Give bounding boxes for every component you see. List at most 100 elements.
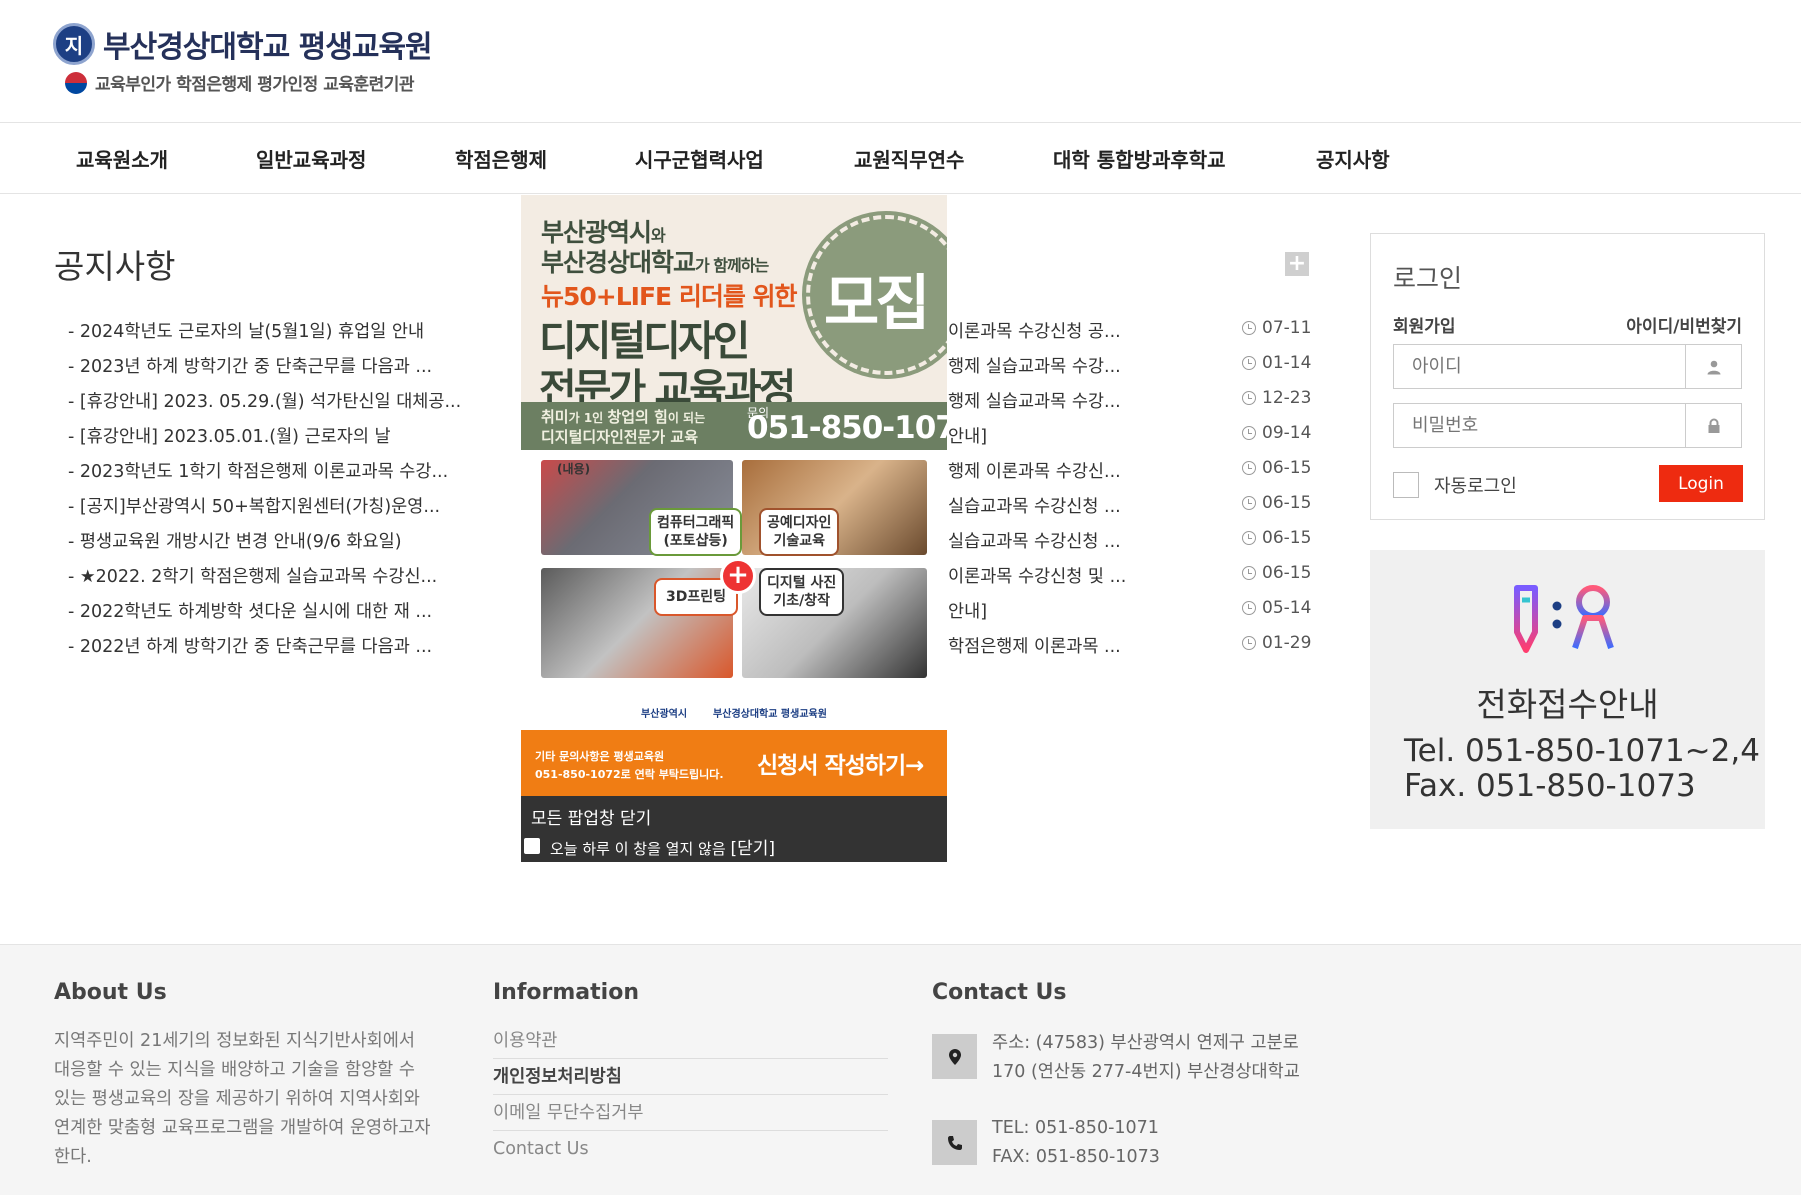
terms-link[interactable]: 이용약관 xyxy=(493,1023,888,1059)
auto-login-checkbox[interactable] xyxy=(1393,472,1419,498)
tag-computer-graphics: 컴퓨터그래픽 (포토샵등) xyxy=(649,508,743,556)
notice-date: 05-14 xyxy=(1242,598,1311,618)
nav-item-afterschool[interactable]: 대학 통합방과후학교 xyxy=(1053,144,1226,173)
login-button[interactable]: Login xyxy=(1659,465,1743,502)
notice-link[interactable]: 이론과목 수강신청 공... xyxy=(948,318,1198,343)
notice-date: 06-15 xyxy=(1242,493,1311,513)
popup-slogan: 취미가 1인 창업의 힘이 되는 xyxy=(541,408,706,426)
popup-close-button[interactable]: [닫기] xyxy=(730,839,775,859)
footer-info-title: Information xyxy=(493,980,639,1005)
find-account-link[interactable]: 아이디/비번찾기 xyxy=(1626,312,1742,337)
clock-icon xyxy=(1242,356,1256,370)
notice-date: 01-14 xyxy=(1242,353,1311,373)
footer-links: 이용약관 개인정보처리방침 이메일 무단수집거부 Contact Us xyxy=(493,1023,888,1167)
notice-section-title: 공지사항 xyxy=(54,247,176,286)
clock-icon xyxy=(1242,461,1256,475)
notice-link[interactable]: - 2024학년도 근로자의 날(5월1일) 휴업일 안내 xyxy=(68,318,424,343)
hide-today-checkbox[interactable] xyxy=(524,838,540,854)
user-icon xyxy=(1686,345,1741,388)
notice-link[interactable]: - [공지]부산광역시 50+복합지원센터(가칭)운영... xyxy=(68,493,440,518)
popup-contact-strip: 취미가 1인 창업의 힘이 되는 디지털디자인전문가 교육 문의 051-850… xyxy=(521,402,947,450)
popup-course-name: 디지털디자인전문가 교육 xyxy=(541,428,699,446)
notice-link[interactable]: 행제 이론과목 수강신... xyxy=(948,458,1198,483)
apply-form-button[interactable]: 신청서 작성하기→ xyxy=(757,746,924,780)
recruitment-badge: 모집 xyxy=(806,215,947,375)
phone-banner-fax: Fax. 051-850-1073 xyxy=(1404,768,1696,804)
popup-inquiry-note-2: 051-850-1072로 연락 부탁드립니다. xyxy=(535,768,724,781)
notice-link[interactable]: - [휴강안내] 2023.05.01.(월) 근로자의 날 xyxy=(68,423,391,448)
phone-reception-banner[interactable]: 전화접수안내 Tel. 051-850-1071~2,4 Fax. 051-85… xyxy=(1370,550,1765,829)
popup-headline-2: 부산경상대학교가 함께하는 xyxy=(541,248,769,277)
tag-digital-photo: 디지털 사진 기초/창작 xyxy=(759,568,845,616)
popup-apply-bar[interactable]: 기타 문의사항은 평생교육원 051-850-1072로 연락 부탁드립니다. … xyxy=(521,730,947,796)
popup-close-bar: 모든 팝업창 닫기 오늘 하루 이 창을 열지 않음 [닫기] xyxy=(521,796,947,862)
phone-banner-title: 전화접수안내 xyxy=(1476,685,1659,724)
notice-link[interactable]: 이론과목 수강신청 및 ... xyxy=(948,563,1198,588)
close-all-popups-button[interactable]: 모든 팝업창 닫기 xyxy=(531,804,651,829)
join-link[interactable]: 회원가입 xyxy=(1393,312,1456,337)
footer-address-1: 주소: (47583) 부산광역시 연제구 고분로 xyxy=(992,1033,1299,1053)
footer-tel: TEL: 051-850-1071 xyxy=(992,1118,1159,1138)
clock-icon xyxy=(1242,636,1256,650)
notice-link[interactable]: 실습교과목 수강신청 ... xyxy=(948,528,1198,553)
privacy-policy-link[interactable]: 개인정보처리방침 xyxy=(493,1059,888,1095)
footer-fax: FAX: 051-850-1073 xyxy=(992,1147,1160,1167)
contact-us-link[interactable]: Contact Us xyxy=(493,1131,888,1167)
nav-item-credit-bank[interactable]: 학점은행제 xyxy=(455,144,547,173)
site-header: 지 부산경상대학교 평생교육원 교육부인가 학점은행제 평가인정 교육훈련기관 xyxy=(0,0,1801,123)
phone-banner-tel: Tel. 051-850-1071~2,4 xyxy=(1404,733,1760,769)
popup-inquiry-note-1: 기타 문의사항은 평생교육원 xyxy=(535,750,665,763)
date-text: 01-29 xyxy=(1262,633,1312,653)
notice-link[interactable]: 실습교과목 수강신청 ... xyxy=(948,493,1198,518)
nav-item-teacher-training[interactable]: 교원직무연수 xyxy=(854,144,964,173)
notice-link[interactable]: 학점은행제 이론과목 ... xyxy=(948,633,1198,658)
university-logo: 부산경상대학교 평생교육원 xyxy=(713,709,827,720)
clock-icon xyxy=(1242,531,1256,545)
email-refusal-link[interactable]: 이메일 무단수집거부 xyxy=(493,1095,888,1131)
popup-photo-collage: (내용) 컴퓨터그래픽 (포토샵등) 공예디자인 기술교육 3D프린팅 디지털 … xyxy=(521,450,947,730)
nav-item-notice[interactable]: 공지사항 xyxy=(1316,144,1390,173)
notice-link[interactable]: - 2023학년도 1학기 학점은행제 이론교과목 수강... xyxy=(68,458,448,483)
nav-item-general-course[interactable]: 일반교육과정 xyxy=(256,144,366,173)
notice-link[interactable]: - [휴강안내] 2023. 05.29.(월) 석가탄신일 대체공... xyxy=(68,388,461,413)
clock-icon xyxy=(1242,321,1256,335)
notice-link[interactable]: - ★2022. 2학기 학점은행제 실습교과목 수강신... xyxy=(68,563,437,588)
clock-icon xyxy=(1242,496,1256,510)
date-text: 07-11 xyxy=(1262,318,1312,338)
id-field xyxy=(1393,344,1742,389)
notice-link[interactable]: - 평생교육원 개방시간 변경 안내(9/6 화요일) xyxy=(68,528,402,553)
notice-more-button[interactable]: + xyxy=(1285,252,1309,276)
nav-item-cooperation[interactable]: 시구군협력사업 xyxy=(635,144,764,173)
clock-icon xyxy=(1242,426,1256,440)
university-emblem-icon: 지 xyxy=(53,23,95,65)
popup-banner-top[interactable]: 부산광역시와 부산경상대학교가 함께하는 뉴50+LIFE 리더를 위한 모집 … xyxy=(521,195,947,413)
id-input[interactable] xyxy=(1394,345,1686,388)
clock-icon xyxy=(1242,391,1256,405)
notice-date: 06-15 xyxy=(1242,563,1311,583)
footer-contact-title: Contact Us xyxy=(932,980,1067,1005)
clock-icon xyxy=(1242,601,1256,615)
footer-about-text: 지역주민이 21세기의 정보화된 지식기반사회에서 대응할 수 있는 지식을 배… xyxy=(54,1031,431,1167)
taegeuk-icon xyxy=(65,71,87,94)
site-logo[interactable]: 지 부산경상대학교 평생교육원 교육부인가 학점은행제 평가인정 교육훈련기관 xyxy=(53,23,433,95)
notice-link[interactable]: - 2022학년도 하계방학 셧다운 실시에 대한 재 ... xyxy=(68,598,432,623)
popup-partner-logos: 부산광역시 부산경상대학교 평생교육원 xyxy=(521,695,947,730)
notice-link[interactable]: - 2023년 하계 방학기간 중 단축근무를 다음과 ... xyxy=(68,353,432,378)
date-text: 06-15 xyxy=(1262,458,1312,478)
notice-link[interactable]: 행제 실습교과목 수강... xyxy=(948,353,1198,378)
notice-link[interactable]: 안내] xyxy=(948,598,1198,623)
notice-link[interactable]: 안내] xyxy=(948,423,1198,448)
recruitment-popup: 부산광역시와 부산경상대학교가 함께하는 뉴50+LIFE 리더를 위한 모집 … xyxy=(521,195,947,862)
password-input[interactable] xyxy=(1394,404,1686,447)
plus-cross-icon: + xyxy=(720,558,756,594)
popup-phone: 051-850-1072 xyxy=(747,410,947,446)
login-title: 로그인 xyxy=(1393,264,1463,293)
notice-link[interactable]: - 2022년 하계 방학기간 중 단축근무를 다음과 ... xyxy=(68,633,432,658)
notice-date: 09-14 xyxy=(1242,423,1311,443)
busan-city-logo: 부산광역시 xyxy=(641,709,688,720)
date-text: 01-14 xyxy=(1262,353,1312,373)
notice-link[interactable]: 행제 실습교과목 수강... xyxy=(948,388,1198,413)
main-nav: 교육원소개 일반교육과정 학점은행제 시구군협력사업 교원직무연수 대학 통합방… xyxy=(0,124,1801,194)
login-panel: 로그인 회원가입 아이디/비번찾기 자동로그인 Login xyxy=(1370,233,1765,520)
nav-item-about[interactable]: 교육원소개 xyxy=(76,144,168,173)
